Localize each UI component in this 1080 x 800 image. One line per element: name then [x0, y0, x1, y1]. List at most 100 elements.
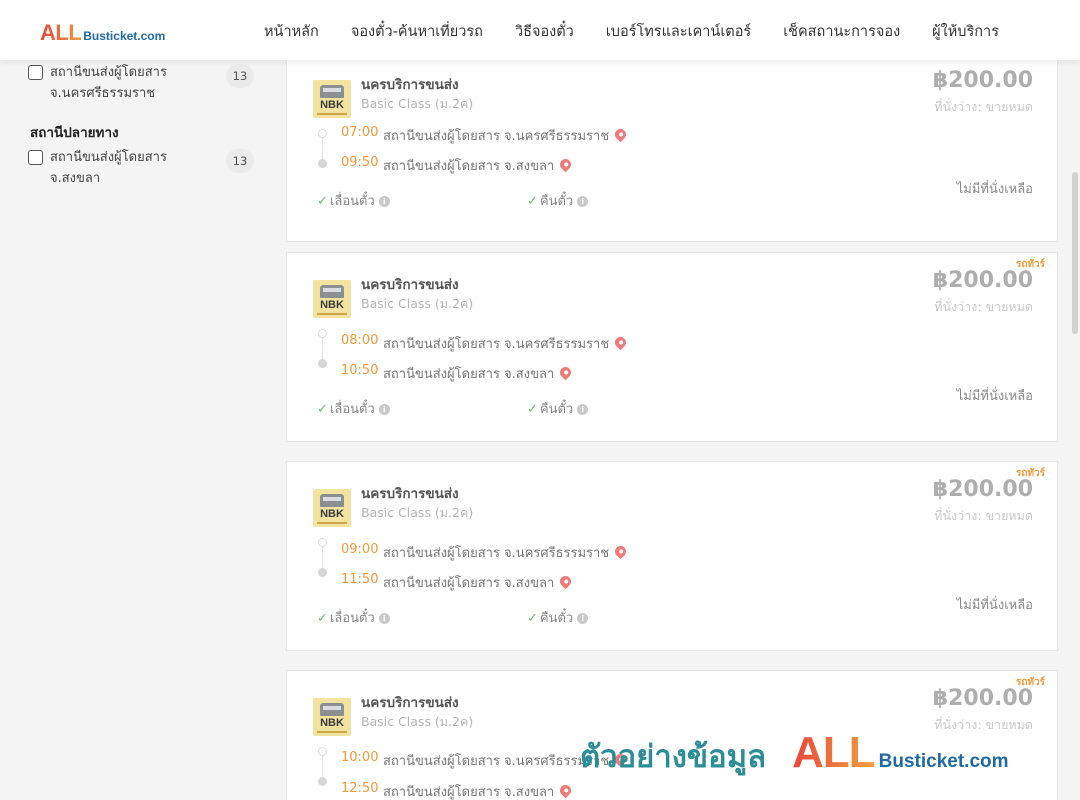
info-icon[interactable]: i — [577, 613, 589, 624]
check-icon: ✓ — [527, 194, 538, 209]
map-pin-icon[interactable] — [557, 364, 574, 381]
arrival-place-label: สถานีขนส่งผู้โดยสาร จ.สงขลา — [383, 159, 555, 174]
arrival-dot-icon — [318, 159, 327, 168]
logo-busticket-text: Busticket.com — [83, 29, 166, 43]
ticket-price: ฿200.00 — [932, 68, 1033, 93]
main-nav: หน้าหลัก จองตั๋ว-ค้นหาเที่ยวรถ วิธีจองตั… — [264, 20, 999, 43]
nav-phone-counters[interactable]: เบอร์โทรและเคาน์เตอร์ — [606, 20, 751, 43]
map-pin-icon[interactable] — [612, 334, 629, 351]
site-header: ALL Busticket.com หน้าหลัก จองตั๋ว-ค้นหา… — [0, 0, 1080, 60]
departure-time: 10:00 — [341, 750, 379, 765]
no-seats-left: ไม่มีที่นั่งเหลือ — [956, 182, 1033, 197]
bus-class: Basic Class (ม.2ค) — [361, 714, 474, 729]
info-icon[interactable]: i — [378, 613, 390, 624]
reschedule-policy: ✓ เลื่อนตั๋ว i — [317, 190, 390, 211]
refund-label: คืนตั๋ว — [539, 611, 574, 626]
arrival-place: สถานีขนส่งผู้โดยสาร จ.สงขลา — [383, 781, 574, 800]
arrival-place: สถานีขนส่งผู้โดยสาร จ.สงขลา — [383, 155, 574, 176]
sample-data-watermark: ตัวอย่างข้อมูล ALL Busticket.com — [580, 728, 1009, 781]
departure-dot-icon — [318, 747, 327, 756]
check-icon: ✓ — [317, 611, 328, 626]
info-icon[interactable]: i — [577, 404, 589, 415]
origin-filter-checkbox[interactable] — [28, 65, 43, 80]
trip-card[interactable]: รถทัวร์ NBK นครบริการขนส่ง Basic Class (… — [286, 252, 1058, 442]
origin-filter-count: 13 — [226, 64, 254, 88]
watermark-thai-text: ตัวอย่างข้อมูล — [580, 739, 767, 775]
refund-policy: ✓ คืนตั๋ว i — [527, 190, 589, 211]
nav-check-booking[interactable]: เช็คสถานะการจอง — [783, 20, 900, 43]
info-icon[interactable]: i — [378, 404, 390, 415]
map-pin-icon[interactable] — [557, 573, 574, 590]
nav-how-to-book[interactable]: วิธีจองตั๋ว — [515, 20, 574, 43]
map-pin-icon[interactable] — [557, 782, 574, 799]
operator-logo-text: NBK — [320, 299, 344, 311]
arrival-dot-icon — [318, 568, 327, 577]
arrival-place-label: สถานีขนส่งผู้โดยสาร จ.สงขลา — [383, 576, 555, 591]
departure-time: 07:00 — [341, 125, 379, 140]
destination-filter-item[interactable]: สถานีขนส่งผู้โดยสาร จ.สงขลา 13 — [28, 147, 258, 191]
seat-availability: ที่นั่งว่าง: ขายหมด — [934, 508, 1033, 523]
bus-icon — [320, 494, 344, 507]
info-icon[interactable]: i — [378, 196, 390, 207]
nav-home[interactable]: หน้าหลัก — [264, 20, 319, 43]
arrival-place: สถานีขนส่งผู้โดยสาร จ.สงขลา — [383, 363, 574, 384]
departure-time: 09:00 — [341, 542, 379, 557]
map-pin-icon[interactable] — [557, 156, 574, 173]
arrival-time: 10:50 — [341, 363, 379, 378]
reschedule-label: เลื่อนตั๋ว — [329, 402, 375, 417]
ticket-price: ฿200.00 — [932, 686, 1033, 711]
departure-place: สถานีขนส่งผู้โดยสาร จ.นครศรีธรรมราช — [383, 333, 629, 354]
map-pin-icon[interactable] — [612, 543, 629, 560]
departure-place-label: สถานีขนส่งผู้โดยสาร จ.นครศรีธรรมราช — [383, 129, 610, 144]
departure-place: สถานีขนส่งผู้โดยสาร จ.นครศรีธรรมราช — [383, 125, 629, 146]
departure-dot-icon — [318, 329, 327, 338]
refund-policy: ✓ คืนตั๋ว i — [527, 607, 589, 628]
departure-dot-icon — [318, 538, 327, 547]
departure-place-label: สถานีขนส่งผู้โดยสาร จ.นครศรีธรรมราช — [383, 754, 610, 769]
logo-all-text: ALL — [40, 20, 82, 45]
bus-icon — [320, 703, 344, 716]
departure-time: 08:00 — [341, 333, 379, 348]
operator-name: นครบริการขนส่ง — [361, 77, 459, 93]
bus-class: Basic Class (ม.2ค) — [361, 296, 474, 311]
check-icon: ✓ — [317, 402, 328, 417]
page-scrollbar[interactable] — [1072, 172, 1078, 334]
arrival-time: 11:50 — [341, 572, 379, 587]
trip-card[interactable]: NBK นครบริการขนส่ง Basic Class (ม.2ค) ฿2… — [286, 52, 1058, 242]
departure-dot-icon — [318, 129, 327, 138]
refund-label: คืนตั๋ว — [539, 194, 574, 209]
departure-place: สถานีขนส่งผู้โดยสาร จ.นครศรีธรรมราช — [383, 542, 629, 563]
bus-icon — [320, 85, 344, 98]
destination-filter-count: 13 — [226, 149, 254, 173]
watermark-all-text: ALL — [792, 728, 876, 777]
map-pin-icon[interactable] — [612, 126, 629, 143]
operator-logo: NBK — [313, 489, 351, 527]
operator-logo: NBK — [313, 698, 351, 736]
bus-icon — [320, 285, 344, 298]
seat-availability: ที่นั่งว่าง: ขายหมด — [934, 99, 1033, 114]
origin-filter-item[interactable]: สถานีขนส่งผู้โดยสาร จ.นครศรีธรรมราช 13 — [28, 62, 258, 106]
bus-class: Basic Class (ม.2ค) — [361, 96, 474, 111]
operator-name: นครบริการขนส่ง — [361, 277, 459, 293]
operator-logo-text: NBK — [320, 99, 344, 111]
seat-availability: ที่นั่งว่าง: ขายหมด — [934, 299, 1033, 314]
arrival-place-label: สถานีขนส่งผู้โดยสาร จ.สงขลา — [383, 785, 555, 800]
check-icon: ✓ — [527, 402, 538, 417]
info-icon[interactable]: i — [577, 196, 589, 207]
trip-card[interactable]: รถทัวร์ NBK นครบริการขนส่ง Basic Class (… — [286, 461, 1058, 651]
site-logo[interactable]: ALL Busticket.com — [40, 20, 165, 46]
nav-book-search[interactable]: จองตั๋ว-ค้นหาเที่ยวรถ — [351, 20, 483, 43]
arrival-dot-icon — [318, 359, 327, 368]
operator-name: นครบริการขนส่ง — [361, 695, 459, 711]
nav-operators[interactable]: ผู้ให้บริการ — [932, 20, 999, 43]
watermark-busticket-text: Busticket.com — [878, 751, 1009, 772]
destination-filter-checkbox[interactable] — [28, 150, 43, 165]
reschedule-label: เลื่อนตั๋ว — [329, 194, 375, 209]
arrival-time: 12:50 — [341, 781, 379, 796]
operator-name: นครบริการขนส่ง — [361, 486, 459, 502]
operator-logo: NBK — [313, 280, 351, 318]
departure-place-label: สถานีขนส่งผู้โดยสาร จ.นครศรีธรรมราช — [383, 337, 610, 352]
reschedule-label: เลื่อนตั๋ว — [329, 611, 375, 626]
destination-filter-label: สถานีขนส่งผู้โดยสาร จ.สงขลา — [50, 150, 167, 186]
destination-section-title: สถานีปลายทาง — [30, 125, 119, 141]
